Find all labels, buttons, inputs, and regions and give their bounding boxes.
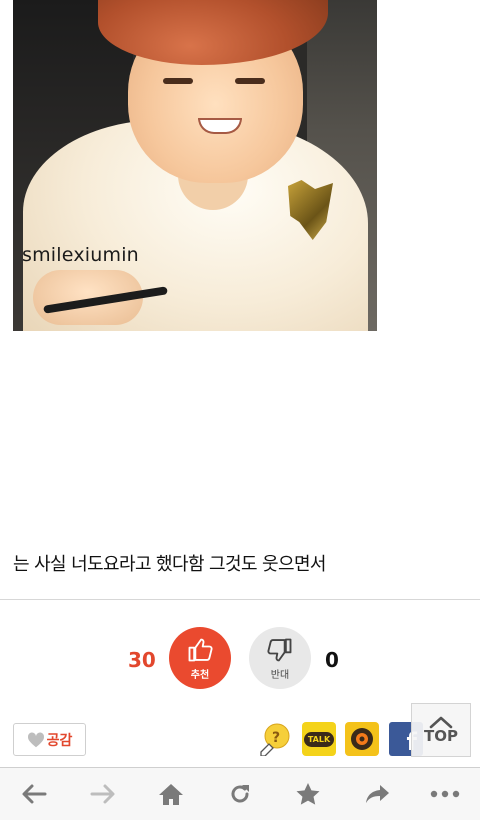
post-photo: smilexiumin xyxy=(13,0,377,331)
photo-eye-right xyxy=(235,78,265,84)
post-caption: 는 사실 너도요라고 했다함 그것도 웃으면서 xyxy=(13,554,326,575)
downvote-count: 0 xyxy=(325,648,339,672)
heart-icon xyxy=(27,732,44,747)
back-icon xyxy=(22,784,47,804)
thumbs-down-icon xyxy=(267,638,292,661)
empathy-label: 공감 xyxy=(46,732,73,749)
kakaostory-share-button[interactable] xyxy=(345,722,379,756)
top-label: TOP xyxy=(424,727,458,745)
emoticon-icon[interactable]: ? xyxy=(258,722,292,756)
upvote-count: 30 xyxy=(128,648,156,672)
scroll-to-top-button[interactable]: TOP xyxy=(411,703,471,757)
home-icon xyxy=(159,784,184,805)
browser-toolbar xyxy=(0,767,480,820)
share-arrow-icon xyxy=(365,785,389,803)
refresh-icon xyxy=(231,785,249,803)
kakaotalk-icon: TALK xyxy=(303,731,335,747)
bookmark-star-icon xyxy=(296,783,320,805)
bookmark-button[interactable] xyxy=(274,768,343,820)
upvote-button[interactable]: 추천 xyxy=(169,627,231,689)
share-button[interactable] xyxy=(343,768,412,820)
forward-button[interactable] xyxy=(69,768,138,820)
upvote-label: 추천 xyxy=(190,669,210,681)
more-button[interactable] xyxy=(411,768,480,820)
svg-text:?: ? xyxy=(272,730,280,746)
kakaostory-icon xyxy=(351,728,373,750)
thumbs-up-icon xyxy=(188,638,213,661)
refresh-button[interactable] xyxy=(206,768,275,820)
photo-eye-left xyxy=(163,78,193,84)
more-icon xyxy=(431,790,460,798)
downvote-label: 반대 xyxy=(270,669,290,681)
photo-watermark: smilexiumin xyxy=(22,244,139,266)
home-button[interactable] xyxy=(137,768,206,820)
forward-icon xyxy=(90,784,115,804)
empathy-button[interactable]: 공감 xyxy=(13,723,86,756)
divider xyxy=(0,599,480,600)
downvote-button[interactable]: 반대 xyxy=(249,627,311,689)
kakaotalk-share-button[interactable]: TALK xyxy=(302,722,336,756)
back-button[interactable] xyxy=(0,768,69,820)
